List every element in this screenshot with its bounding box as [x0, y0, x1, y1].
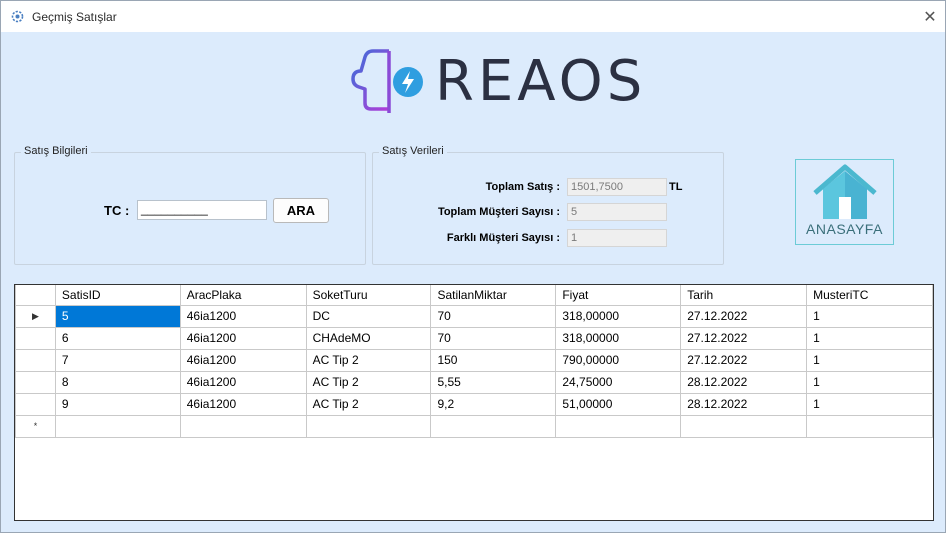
table-cell[interactable] [305, 414, 432, 438]
table-cell[interactable]: 790,00000 [555, 348, 682, 372]
ara-button[interactable]: ARA [273, 198, 329, 223]
table-cell[interactable] [430, 414, 557, 438]
table-cell[interactable]: 27.12.2022 [680, 348, 808, 372]
table-cell[interactable]: 24,75000 [555, 370, 682, 394]
row-header[interactable] [15, 326, 56, 350]
table-cell[interactable]: 46ia1200 [179, 348, 307, 372]
tc-label: TC : [104, 203, 130, 218]
toplam-satis-field: 1501,7500 [567, 178, 667, 196]
brand-name: REAOS [435, 49, 647, 114]
toplam-musteri-field: 5 [567, 203, 667, 221]
table-cell[interactable]: DC [305, 304, 432, 328]
table-cell[interactable]: 5,55 [430, 370, 557, 394]
table-cell[interactable]: 1 [806, 370, 933, 394]
row-header[interactable] [15, 392, 56, 416]
farkli-musteri-field: 1 [567, 229, 667, 247]
table-cell[interactable]: AC Tip 2 [305, 370, 432, 394]
column-header-tarih[interactable]: Tarih [680, 285, 808, 306]
table-row[interactable]: ▶ 5 46ia1200 DC 70 318,00000 27.12.2022 … [15, 304, 933, 328]
table-cell[interactable]: 318,00000 [555, 326, 682, 350]
current-row-indicator-icon[interactable]: ▶ [15, 304, 56, 328]
anasayfa-button[interactable]: ANASAYFA [795, 159, 894, 245]
new-row-indicator-icon[interactable]: * [15, 414, 56, 438]
table-cell[interactable]: 51,00000 [555, 392, 682, 416]
reaos-logo: REAOS [349, 47, 642, 119]
column-header-musteritc[interactable]: MusteriTC [806, 285, 933, 306]
table-cell[interactable]: 9 [54, 392, 181, 416]
column-header-satilanmiktar[interactable]: SatilanMiktar [430, 285, 557, 306]
table-cell[interactable]: 6 [54, 326, 181, 350]
table-cell[interactable]: 28.12.2022 [680, 392, 808, 416]
table-cell[interactable]: 8 [54, 370, 181, 394]
table-cell[interactable]: 46ia1200 [179, 326, 307, 350]
table-cell[interactable] [806, 414, 933, 438]
header-row: SatisID AracPlaka SoketTuru SatilanMikta… [15, 285, 933, 306]
table-cell[interactable] [179, 414, 307, 438]
close-button[interactable]: ✕ [915, 1, 945, 32]
table-row[interactable]: 6 46ia1200 CHAdeMO 70 318,00000 27.12.20… [15, 326, 933, 350]
table-cell[interactable]: CHAdeMO [305, 326, 432, 350]
column-header-aracplaka[interactable]: AracPlaka [179, 285, 307, 306]
title-bar: Geçmiş Satışlar ✕ [1, 1, 945, 32]
column-header-satisid[interactable]: SatisID [54, 285, 181, 306]
column-header-soketturu[interactable]: SoketTuru [305, 285, 432, 306]
table-row[interactable]: 8 46ia1200 AC Tip 2 5,55 24,75000 28.12.… [15, 370, 933, 394]
tc-input[interactable]: __________ [137, 200, 267, 220]
new-row[interactable]: * [15, 414, 933, 438]
satislar-table: SatisID AracPlaka SoketTuru SatilanMikta… [15, 285, 933, 438]
table-cell[interactable]: 318,00000 [555, 304, 682, 328]
satis-verileri-group: Satış Verileri Toplam Satış : 1501,7500 … [372, 145, 724, 265]
table-cell[interactable]: 1 [806, 326, 933, 350]
app-icon [11, 10, 24, 23]
farkli-musteri-label: Farklı Müşteri Sayısı : [446, 232, 560, 244]
toplam-satis-label: Toplam Satış : [485, 181, 560, 193]
table-cell[interactable]: 70 [430, 326, 557, 350]
table-cell[interactable]: 70 [430, 304, 557, 328]
toplam-musteri-label: Toplam Müşteri Sayısı : [437, 206, 560, 218]
table-cell[interactable] [54, 414, 181, 438]
gecmis-satislar-window: Geçmiş Satışlar ✕ REAOS Satış Bilgileri … [0, 0, 946, 533]
table-cell[interactable] [555, 414, 682, 438]
table-row[interactable]: 9 46ia1200 AC Tip 2 9,2 51,00000 28.12.2… [15, 392, 933, 416]
group-legend: Satış Verileri [379, 145, 447, 157]
table-cell[interactable]: 1 [806, 304, 933, 328]
table-cell[interactable]: AC Tip 2 [305, 348, 432, 372]
table-cell[interactable]: AC Tip 2 [305, 392, 432, 416]
table-row[interactable]: 7 46ia1200 AC Tip 2 150 790,00000 27.12.… [15, 348, 933, 372]
satis-bilgileri-group: Satış Bilgileri TC : __________ ARA [14, 145, 366, 265]
window-title: Geçmiş Satışlar [32, 10, 117, 24]
row-header-corner [15, 285, 56, 306]
currency-unit: TL [669, 181, 683, 193]
group-legend: Satış Bilgileri [21, 145, 91, 157]
table-cell[interactable]: 27.12.2022 [680, 326, 808, 350]
row-header[interactable] [15, 348, 56, 372]
table-cell[interactable]: 1 [806, 348, 933, 372]
row-header[interactable] [15, 370, 56, 394]
table-cell[interactable]: 150 [430, 348, 557, 372]
home-icon [813, 164, 877, 219]
table-cell[interactable]: 7 [54, 348, 181, 372]
anasayfa-label: ANASAYFA [806, 221, 883, 237]
table-cell[interactable]: 9,2 [430, 392, 557, 416]
table-cell[interactable]: 1 [806, 392, 933, 416]
close-icon: ✕ [923, 8, 937, 26]
table-cell[interactable]: 46ia1200 [179, 392, 307, 416]
table-cell[interactable]: 46ia1200 [179, 304, 307, 328]
car-charging-logo-icon [351, 49, 423, 113]
table-cell[interactable]: 28.12.2022 [680, 370, 808, 394]
table-cell[interactable]: 27.12.2022 [680, 304, 808, 328]
table-cell[interactable]: 5 [54, 304, 181, 328]
table-cell[interactable] [680, 414, 808, 438]
satislar-grid[interactable]: SatisID AracPlaka SoketTuru SatilanMikta… [14, 284, 934, 521]
column-header-fiyat[interactable]: Fiyat [555, 285, 682, 306]
table-cell[interactable]: 46ia1200 [179, 370, 307, 394]
